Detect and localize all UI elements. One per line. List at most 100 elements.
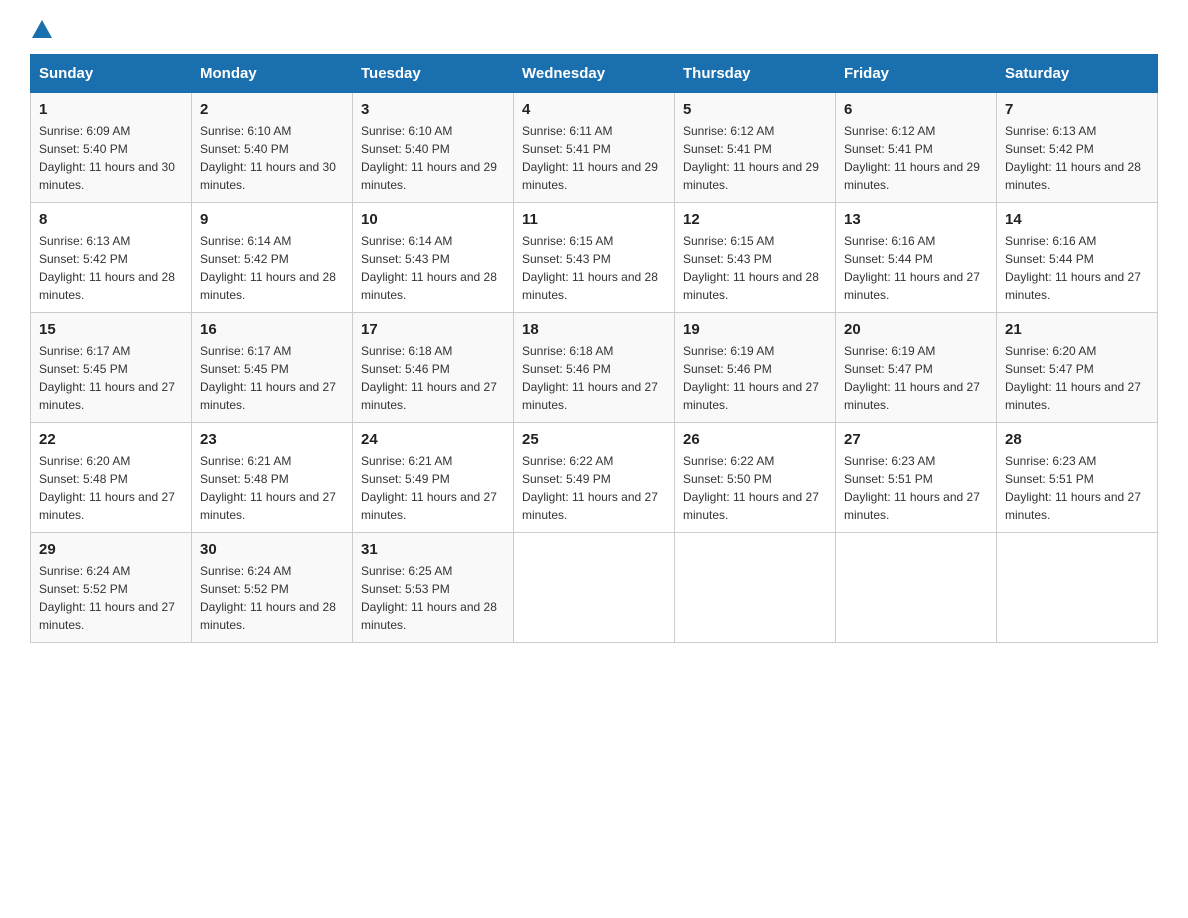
calendar-day-cell: 1 Sunrise: 6:09 AM Sunset: 5:40 PM Dayli… [31, 93, 192, 203]
calendar-day-cell: 23 Sunrise: 6:21 AM Sunset: 5:48 PM Dayl… [192, 423, 353, 533]
day-info: Sunrise: 6:21 AM Sunset: 5:48 PM Dayligh… [200, 452, 344, 524]
day-info: Sunrise: 6:23 AM Sunset: 5:51 PM Dayligh… [844, 452, 988, 524]
calendar-day-cell: 22 Sunrise: 6:20 AM Sunset: 5:48 PM Dayl… [31, 423, 192, 533]
page-header [30, 20, 1158, 36]
day-info: Sunrise: 6:09 AM Sunset: 5:40 PM Dayligh… [39, 122, 183, 194]
logo-triangle-icon [32, 20, 52, 38]
day-number: 26 [683, 431, 827, 448]
calendar-day-cell: 5 Sunrise: 6:12 AM Sunset: 5:41 PM Dayli… [675, 93, 836, 203]
day-number: 11 [522, 211, 666, 228]
day-info: Sunrise: 6:13 AM Sunset: 5:42 PM Dayligh… [1005, 122, 1149, 194]
day-info: Sunrise: 6:24 AM Sunset: 5:52 PM Dayligh… [200, 562, 344, 634]
day-info: Sunrise: 6:23 AM Sunset: 5:51 PM Dayligh… [1005, 452, 1149, 524]
calendar-table: SundayMondayTuesdayWednesdayThursdayFrid… [30, 54, 1158, 643]
weekday-header-tuesday: Tuesday [353, 55, 514, 93]
calendar-day-cell [997, 533, 1158, 643]
day-info: Sunrise: 6:10 AM Sunset: 5:40 PM Dayligh… [361, 122, 505, 194]
calendar-day-cell: 13 Sunrise: 6:16 AM Sunset: 5:44 PM Dayl… [836, 203, 997, 313]
day-info: Sunrise: 6:22 AM Sunset: 5:50 PM Dayligh… [683, 452, 827, 524]
calendar-day-cell: 16 Sunrise: 6:17 AM Sunset: 5:45 PM Dayl… [192, 313, 353, 423]
calendar-day-cell: 8 Sunrise: 6:13 AM Sunset: 5:42 PM Dayli… [31, 203, 192, 313]
calendar-day-cell [836, 533, 997, 643]
calendar-week-row: 29 Sunrise: 6:24 AM Sunset: 5:52 PM Dayl… [31, 533, 1158, 643]
day-info: Sunrise: 6:18 AM Sunset: 5:46 PM Dayligh… [522, 342, 666, 414]
calendar-day-cell: 24 Sunrise: 6:21 AM Sunset: 5:49 PM Dayl… [353, 423, 514, 533]
calendar-day-cell: 4 Sunrise: 6:11 AM Sunset: 5:41 PM Dayli… [514, 93, 675, 203]
day-info: Sunrise: 6:14 AM Sunset: 5:43 PM Dayligh… [361, 232, 505, 304]
day-number: 30 [200, 541, 344, 558]
day-info: Sunrise: 6:18 AM Sunset: 5:46 PM Dayligh… [361, 342, 505, 414]
day-number: 9 [200, 211, 344, 228]
day-info: Sunrise: 6:19 AM Sunset: 5:47 PM Dayligh… [844, 342, 988, 414]
day-number: 28 [1005, 431, 1149, 448]
day-number: 16 [200, 321, 344, 338]
day-info: Sunrise: 6:21 AM Sunset: 5:49 PM Dayligh… [361, 452, 505, 524]
weekday-header-row: SundayMondayTuesdayWednesdayThursdayFrid… [31, 55, 1158, 93]
weekday-header-thursday: Thursday [675, 55, 836, 93]
day-info: Sunrise: 6:12 AM Sunset: 5:41 PM Dayligh… [844, 122, 988, 194]
day-info: Sunrise: 6:12 AM Sunset: 5:41 PM Dayligh… [683, 122, 827, 194]
calendar-day-cell: 17 Sunrise: 6:18 AM Sunset: 5:46 PM Dayl… [353, 313, 514, 423]
day-number: 15 [39, 321, 183, 338]
day-number: 18 [522, 321, 666, 338]
day-info: Sunrise: 6:15 AM Sunset: 5:43 PM Dayligh… [683, 232, 827, 304]
calendar-week-row: 8 Sunrise: 6:13 AM Sunset: 5:42 PM Dayli… [31, 203, 1158, 313]
day-number: 5 [683, 101, 827, 118]
day-info: Sunrise: 6:10 AM Sunset: 5:40 PM Dayligh… [200, 122, 344, 194]
day-info: Sunrise: 6:15 AM Sunset: 5:43 PM Dayligh… [522, 232, 666, 304]
calendar-day-cell: 19 Sunrise: 6:19 AM Sunset: 5:46 PM Dayl… [675, 313, 836, 423]
calendar-day-cell: 9 Sunrise: 6:14 AM Sunset: 5:42 PM Dayli… [192, 203, 353, 313]
calendar-day-cell: 15 Sunrise: 6:17 AM Sunset: 5:45 PM Dayl… [31, 313, 192, 423]
calendar-day-cell: 26 Sunrise: 6:22 AM Sunset: 5:50 PM Dayl… [675, 423, 836, 533]
calendar-day-cell: 25 Sunrise: 6:22 AM Sunset: 5:49 PM Dayl… [514, 423, 675, 533]
calendar-day-cell: 7 Sunrise: 6:13 AM Sunset: 5:42 PM Dayli… [997, 93, 1158, 203]
calendar-day-cell [675, 533, 836, 643]
day-number: 12 [683, 211, 827, 228]
day-number: 14 [1005, 211, 1149, 228]
day-number: 22 [39, 431, 183, 448]
day-info: Sunrise: 6:16 AM Sunset: 5:44 PM Dayligh… [844, 232, 988, 304]
calendar-day-cell: 27 Sunrise: 6:23 AM Sunset: 5:51 PM Dayl… [836, 423, 997, 533]
day-number: 2 [200, 101, 344, 118]
calendar-day-cell: 11 Sunrise: 6:15 AM Sunset: 5:43 PM Dayl… [514, 203, 675, 313]
day-info: Sunrise: 6:17 AM Sunset: 5:45 PM Dayligh… [200, 342, 344, 414]
day-info: Sunrise: 6:16 AM Sunset: 5:44 PM Dayligh… [1005, 232, 1149, 304]
day-number: 20 [844, 321, 988, 338]
calendar-week-row: 1 Sunrise: 6:09 AM Sunset: 5:40 PM Dayli… [31, 93, 1158, 203]
logo [30, 20, 54, 36]
day-number: 19 [683, 321, 827, 338]
calendar-week-row: 22 Sunrise: 6:20 AM Sunset: 5:48 PM Dayl… [31, 423, 1158, 533]
day-number: 27 [844, 431, 988, 448]
day-number: 6 [844, 101, 988, 118]
day-info: Sunrise: 6:20 AM Sunset: 5:48 PM Dayligh… [39, 452, 183, 524]
day-number: 29 [39, 541, 183, 558]
calendar-day-cell [514, 533, 675, 643]
weekday-header-wednesday: Wednesday [514, 55, 675, 93]
day-info: Sunrise: 6:22 AM Sunset: 5:49 PM Dayligh… [522, 452, 666, 524]
calendar-day-cell: 12 Sunrise: 6:15 AM Sunset: 5:43 PM Dayl… [675, 203, 836, 313]
calendar-day-cell: 14 Sunrise: 6:16 AM Sunset: 5:44 PM Dayl… [997, 203, 1158, 313]
calendar-day-cell: 31 Sunrise: 6:25 AM Sunset: 5:53 PM Dayl… [353, 533, 514, 643]
day-number: 8 [39, 211, 183, 228]
weekday-header-monday: Monday [192, 55, 353, 93]
day-number: 7 [1005, 101, 1149, 118]
day-info: Sunrise: 6:25 AM Sunset: 5:53 PM Dayligh… [361, 562, 505, 634]
day-number: 31 [361, 541, 505, 558]
day-number: 3 [361, 101, 505, 118]
calendar-week-row: 15 Sunrise: 6:17 AM Sunset: 5:45 PM Dayl… [31, 313, 1158, 423]
calendar-day-cell: 10 Sunrise: 6:14 AM Sunset: 5:43 PM Dayl… [353, 203, 514, 313]
calendar-body: 1 Sunrise: 6:09 AM Sunset: 5:40 PM Dayli… [31, 93, 1158, 643]
calendar-day-cell: 29 Sunrise: 6:24 AM Sunset: 5:52 PM Dayl… [31, 533, 192, 643]
day-number: 24 [361, 431, 505, 448]
calendar-day-cell: 30 Sunrise: 6:24 AM Sunset: 5:52 PM Dayl… [192, 533, 353, 643]
weekday-header-friday: Friday [836, 55, 997, 93]
day-number: 21 [1005, 321, 1149, 338]
day-number: 10 [361, 211, 505, 228]
day-number: 1 [39, 101, 183, 118]
calendar-day-cell: 3 Sunrise: 6:10 AM Sunset: 5:40 PM Dayli… [353, 93, 514, 203]
calendar-day-cell: 28 Sunrise: 6:23 AM Sunset: 5:51 PM Dayl… [997, 423, 1158, 533]
day-info: Sunrise: 6:20 AM Sunset: 5:47 PM Dayligh… [1005, 342, 1149, 414]
day-number: 17 [361, 321, 505, 338]
day-info: Sunrise: 6:13 AM Sunset: 5:42 PM Dayligh… [39, 232, 183, 304]
calendar-day-cell: 2 Sunrise: 6:10 AM Sunset: 5:40 PM Dayli… [192, 93, 353, 203]
